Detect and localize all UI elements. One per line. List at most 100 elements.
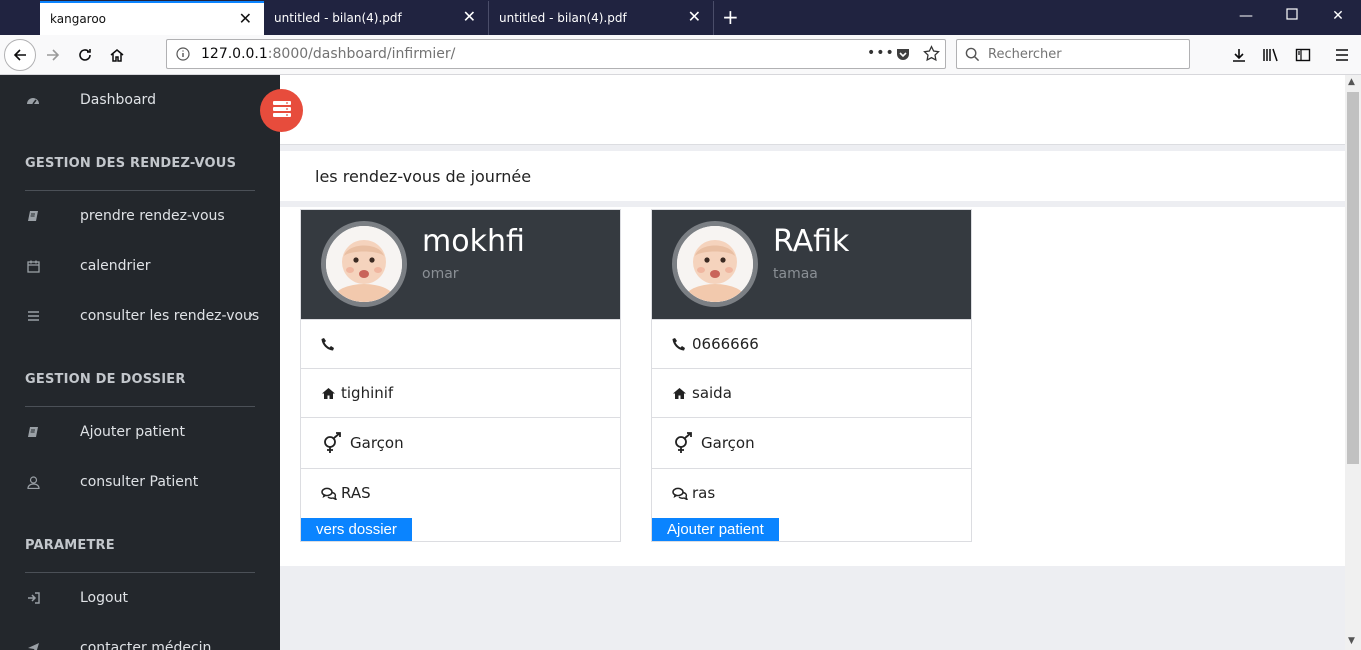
- page-actions-icon[interactable]: •••: [867, 45, 895, 61]
- sidebar-toggle-button[interactable]: [260, 89, 303, 132]
- phone-value: 0666666: [692, 335, 759, 353]
- phone-icon: [321, 337, 337, 351]
- tab-pdf-2[interactable]: untitled - bilan(4).pdf ✕: [489, 1, 714, 35]
- gender-row: Garçon: [301, 417, 620, 468]
- sidebar-item-label: Ajouter patient: [80, 424, 186, 440]
- card-header: mokhfi omar: [301, 210, 620, 319]
- gender-value: Garçon: [701, 434, 755, 452]
- sidebar-item-prendre-rendez-vous[interactable]: prendre rendez-vous: [0, 201, 280, 231]
- sidebar-item-calendrier[interactable]: calendrier: [0, 251, 280, 281]
- browser-tab-bar: kangaroo ✕ untitled - bilan(4).pdf ✕ unt…: [0, 0, 1361, 35]
- book-icon: [25, 208, 41, 224]
- phone-row: [301, 319, 620, 368]
- close-tab-icon[interactable]: ✕: [239, 11, 252, 27]
- scrollbar-thumb[interactable]: [1347, 92, 1359, 464]
- main-content: les rendez-vous de journée mokhfi omar t…: [260, 75, 1345, 650]
- comments-icon: [321, 487, 337, 500]
- scroll-down-icon[interactable]: ▼: [1348, 636, 1355, 646]
- close-tab-icon[interactable]: ✕: [688, 9, 701, 25]
- vers-dossier-button[interactable]: vers dossier: [301, 518, 412, 541]
- tab-pdf-1[interactable]: untitled - bilan(4).pdf ✕: [264, 1, 489, 35]
- comment-value: ras: [692, 484, 716, 502]
- gender-row: Garçon: [652, 417, 971, 468]
- home-icon[interactable]: [106, 44, 128, 66]
- minimize-icon[interactable]: —: [1238, 8, 1254, 24]
- page-viewport: Dashboard GESTION DES RENDEZ-VOUS prendr…: [0, 75, 1361, 650]
- sidebar-toggle-icon[interactable]: [1292, 44, 1314, 66]
- avatar: [321, 221, 407, 307]
- close-tab-icon[interactable]: ✕: [463, 9, 476, 25]
- home-icon: [321, 387, 337, 400]
- maximize-icon[interactable]: [1284, 8, 1300, 24]
- sidebar-item-label: Dashboard: [80, 92, 156, 108]
- chevron-right-icon: ›: [248, 307, 254, 323]
- sidebar-item-contacter-medecin[interactable]: contacter médecin: [0, 633, 280, 650]
- gender-icon: [672, 432, 696, 454]
- card-header: RAfik tamaa: [652, 210, 971, 319]
- sidebar-item-ajouter-patient[interactable]: Ajouter patient: [0, 417, 280, 447]
- comment-value: RAS: [341, 484, 371, 502]
- tab-label: untitled - bilan(4).pdf: [274, 11, 402, 25]
- back-icon[interactable]: [4, 39, 36, 71]
- reload-icon[interactable]: [74, 44, 96, 66]
- patient-card: RAfik tamaa 0666666 saida Garçon ras Ajo…: [651, 209, 972, 542]
- sidebar-item-logout[interactable]: Logout: [0, 583, 280, 613]
- list-icon: [25, 308, 41, 324]
- library-icon[interactable]: [1260, 44, 1282, 66]
- comments-icon: [672, 487, 688, 500]
- divider: [25, 406, 255, 407]
- ajouter-patient-button[interactable]: Ajouter patient: [652, 518, 779, 541]
- sidebar-item-consulter-patient[interactable]: consulter Patient: [0, 467, 280, 497]
- bookmark-star-icon[interactable]: [923, 45, 940, 66]
- tab-label: untitled - bilan(4).pdf: [499, 11, 627, 25]
- search-icon: [965, 47, 980, 66]
- menu-icon[interactable]: [1331, 44, 1353, 66]
- gender-icon: [321, 432, 345, 454]
- section-heading-parametre: PARAMETRE: [25, 538, 115, 553]
- downloads-icon[interactable]: [1228, 44, 1250, 66]
- sidebar-item-consulter-rendez-vous[interactable]: consulter les rendez-vous ›: [0, 301, 280, 331]
- top-header: [280, 75, 1345, 145]
- avatar: [672, 221, 758, 307]
- address-value: saida: [692, 384, 732, 402]
- server-icon: [272, 100, 292, 122]
- home-icon: [672, 387, 688, 400]
- scroll-up-icon[interactable]: ▲: [1348, 77, 1355, 87]
- address-bar[interactable]: 127.0.0.1:8000/dashboard/infirmier/ •••: [166, 39, 946, 69]
- send-icon: [25, 640, 41, 650]
- address-row: saida: [652, 368, 971, 417]
- phone-icon: [672, 337, 688, 351]
- section-heading-dossier: GESTION DE DOSSIER: [25, 372, 186, 387]
- address-row: tighinif: [301, 368, 620, 417]
- panel-title: les rendez-vous de journée: [315, 167, 532, 186]
- search-input[interactable]: Rechercher: [956, 39, 1190, 69]
- user-icon: [25, 474, 41, 490]
- sidebar-item-label: calendrier: [80, 258, 151, 274]
- search-placeholder: Rechercher: [988, 47, 1062, 62]
- tab-label: kangaroo: [50, 12, 107, 26]
- gender-value: Garçon: [350, 434, 404, 452]
- tab-kangaroo[interactable]: kangaroo ✕: [40, 1, 264, 35]
- new-tab-icon[interactable]: +: [722, 5, 739, 29]
- forward-icon[interactable]: [42, 44, 64, 66]
- book-icon: [25, 424, 41, 440]
- url-text: 127.0.0.1:8000/dashboard/infirmier/: [201, 46, 456, 62]
- sidebar-item-label: consulter Patient: [80, 474, 199, 490]
- sidebar-item-label: consulter les rendez-vous: [80, 308, 260, 324]
- pocket-icon[interactable]: [895, 46, 911, 66]
- close-window-icon[interactable]: ✕: [1330, 8, 1346, 24]
- comment-row: RAS: [301, 468, 620, 517]
- sidebar-item-label: Logout: [80, 590, 128, 606]
- sidebar-item-dashboard[interactable]: Dashboard: [0, 85, 280, 115]
- divider: [25, 190, 255, 191]
- address-value: tighinif: [341, 384, 394, 402]
- dashboard-icon: [25, 92, 41, 108]
- patient-name: mokhfi: [422, 224, 525, 259]
- phone-row: 0666666: [652, 319, 971, 368]
- section-heading-rendez-vous: GESTION DES RENDEZ-VOUS: [25, 156, 237, 171]
- sidebar-item-label: contacter médecin: [80, 640, 212, 650]
- info-icon[interactable]: [176, 47, 190, 65]
- sidebar-item-label: prendre rendez-vous: [80, 208, 225, 224]
- appointments-panel: les rendez-vous de journée mokhfi omar t…: [280, 151, 1345, 566]
- patient-subtitle: omar: [422, 266, 459, 282]
